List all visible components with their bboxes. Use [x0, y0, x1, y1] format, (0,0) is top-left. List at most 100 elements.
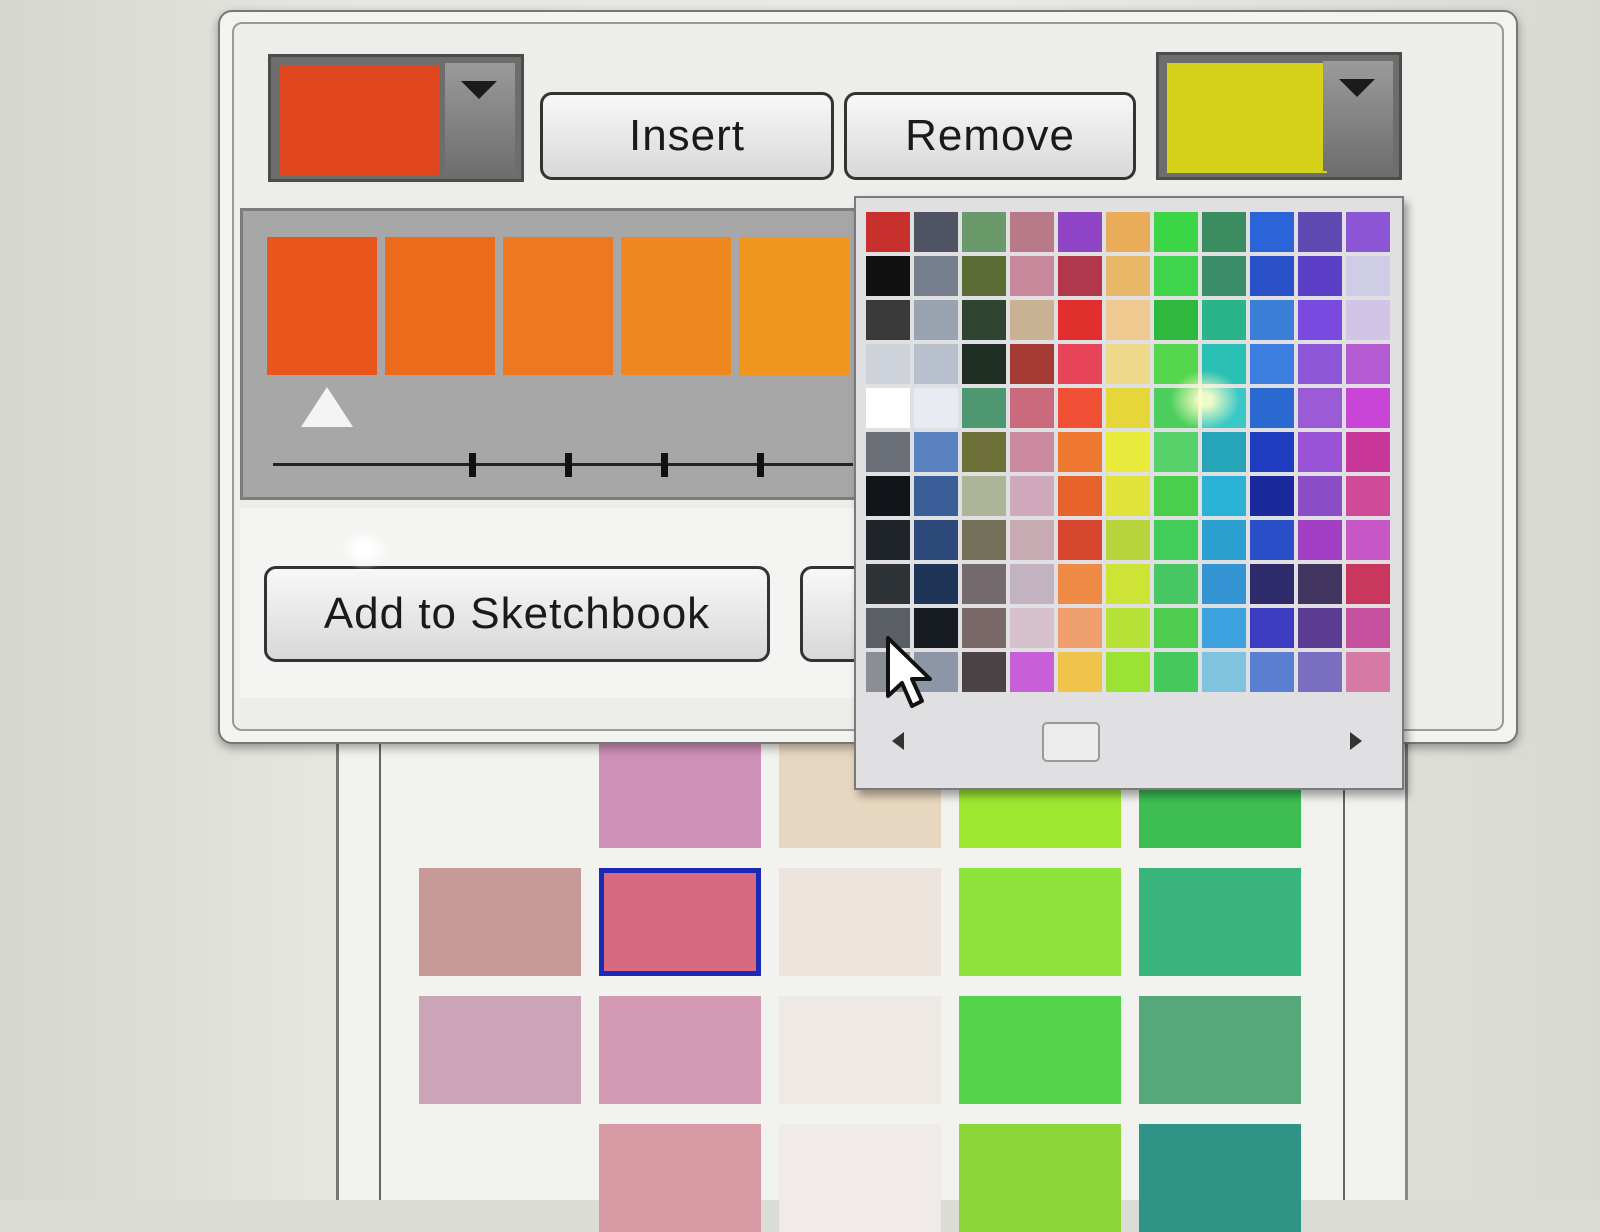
picker-color-cell[interactable] [1298, 564, 1342, 604]
picker-color-cell[interactable] [1298, 344, 1342, 384]
picker-color-cell[interactable] [914, 476, 958, 516]
picker-color-cell[interactable] [1346, 432, 1390, 472]
picker-color-cell[interactable] [866, 432, 910, 472]
picker-color-cell[interactable] [1250, 344, 1294, 384]
library-swatch[interactable] [1139, 868, 1301, 976]
picker-color-cell[interactable] [1298, 652, 1342, 692]
picker-color-cell[interactable] [1154, 256, 1198, 296]
picker-color-cell[interactable] [1346, 344, 1390, 384]
picker-color-cell[interactable] [1202, 476, 1246, 516]
picker-page-button[interactable] [1042, 722, 1100, 762]
picker-color-cell[interactable] [1154, 564, 1198, 604]
picker-color-cell[interactable] [1058, 432, 1102, 472]
picker-color-cell[interactable] [1298, 212, 1342, 252]
library-swatch[interactable] [779, 1124, 941, 1232]
picker-color-cell[interactable] [1298, 300, 1342, 340]
end-color-dropdown[interactable] [1323, 61, 1393, 171]
picker-color-cell[interactable] [1346, 212, 1390, 252]
picker-color-cell[interactable] [1106, 608, 1150, 648]
library-swatch[interactable] [599, 1124, 761, 1232]
picker-color-cell[interactable] [1250, 256, 1294, 296]
picker-color-cell[interactable] [1250, 388, 1294, 428]
picker-color-cell[interactable] [866, 520, 910, 560]
picker-color-cell[interactable] [1250, 608, 1294, 648]
picker-color-cell[interactable] [1154, 300, 1198, 340]
picker-color-cell[interactable] [1106, 256, 1150, 296]
library-swatch[interactable] [1139, 996, 1301, 1104]
picker-color-cell[interactable] [1298, 256, 1342, 296]
picker-color-cell[interactable] [962, 388, 1006, 428]
picker-color-cell[interactable] [1106, 432, 1150, 472]
picker-color-cell[interactable] [1202, 300, 1246, 340]
picker-color-cell[interactable] [1010, 608, 1054, 648]
picker-color-cell[interactable] [1058, 388, 1102, 428]
picker-color-cell[interactable] [1058, 652, 1102, 692]
picker-color-cell[interactable] [1298, 520, 1342, 560]
picker-color-cell[interactable] [962, 300, 1006, 340]
picker-color-cell[interactable] [1154, 520, 1198, 560]
picker-color-cell[interactable] [1250, 212, 1294, 252]
picker-color-cell[interactable] [962, 256, 1006, 296]
picker-color-cell[interactable] [1346, 476, 1390, 516]
picker-color-cell[interactable] [866, 344, 910, 384]
picker-color-cell[interactable] [1202, 564, 1246, 604]
picker-color-cell[interactable] [1298, 432, 1342, 472]
library-swatch[interactable] [1139, 1124, 1301, 1232]
library-swatch[interactable] [959, 1124, 1121, 1232]
picker-color-cell[interactable] [1010, 388, 1054, 428]
gradient-stop-swatch[interactable] [739, 237, 849, 375]
start-color-dropdown[interactable] [445, 63, 515, 173]
picker-color-cell[interactable] [1250, 432, 1294, 472]
picker-color-cell[interactable] [1010, 652, 1054, 692]
picker-color-cell[interactable] [1058, 212, 1102, 252]
add-to-sketchbook-button[interactable]: Add to Sketchbook [264, 566, 770, 662]
previous-page-icon[interactable] [892, 732, 904, 750]
picker-color-cell[interactable] [1250, 652, 1294, 692]
remove-button[interactable]: Remove [844, 92, 1136, 180]
picker-color-cell[interactable] [914, 520, 958, 560]
picker-color-cell[interactable] [1346, 564, 1390, 604]
picker-color-cell[interactable] [1202, 520, 1246, 560]
picker-color-cell[interactable] [866, 564, 910, 604]
picker-color-cell[interactable] [1298, 608, 1342, 648]
picker-color-cell[interactable] [1058, 476, 1102, 516]
picker-color-cell[interactable] [1202, 212, 1246, 252]
picker-color-cell[interactable] [962, 432, 1006, 472]
picker-color-cell[interactable] [962, 652, 1006, 692]
picker-color-cell[interactable] [866, 256, 910, 296]
picker-color-cell[interactable] [914, 300, 958, 340]
library-swatch[interactable] [599, 740, 761, 848]
gradient-stop-swatch[interactable] [503, 237, 613, 375]
picker-color-cell[interactable] [1010, 300, 1054, 340]
picker-color-cell[interactable] [1250, 564, 1294, 604]
picker-color-cell[interactable] [866, 212, 910, 252]
picker-color-cell[interactable] [1106, 344, 1150, 384]
picker-color-cell[interactable] [1202, 608, 1246, 648]
picker-color-cell[interactable] [1154, 212, 1198, 252]
picker-color-cell[interactable] [962, 564, 1006, 604]
picker-color-cell[interactable] [866, 476, 910, 516]
picker-color-cell[interactable] [1058, 608, 1102, 648]
picker-color-cell[interactable] [866, 300, 910, 340]
picker-color-cell[interactable] [1154, 608, 1198, 648]
picker-color-cell[interactable] [1154, 432, 1198, 472]
picker-color-cell[interactable] [1010, 476, 1054, 516]
picker-color-cell[interactable] [1106, 652, 1150, 692]
picker-color-cell[interactable] [1058, 344, 1102, 384]
picker-color-cell[interactable] [1202, 256, 1246, 296]
picker-color-cell[interactable] [914, 344, 958, 384]
insert-button[interactable]: Insert [540, 92, 834, 180]
picker-color-cell[interactable] [1154, 652, 1198, 692]
picker-color-cell[interactable] [1058, 300, 1102, 340]
library-swatch[interactable] [419, 996, 581, 1104]
picker-color-cell[interactable] [1346, 652, 1390, 692]
picker-color-cell[interactable] [1346, 256, 1390, 296]
library-swatch[interactable] [959, 996, 1121, 1104]
picker-color-cell[interactable] [1346, 520, 1390, 560]
library-swatch[interactable] [779, 996, 941, 1104]
picker-color-cell[interactable] [1202, 652, 1246, 692]
picker-color-cell[interactable] [1346, 608, 1390, 648]
picker-color-cell[interactable] [1010, 256, 1054, 296]
picker-color-cell[interactable] [1250, 300, 1294, 340]
picker-color-cell[interactable] [1106, 388, 1150, 428]
